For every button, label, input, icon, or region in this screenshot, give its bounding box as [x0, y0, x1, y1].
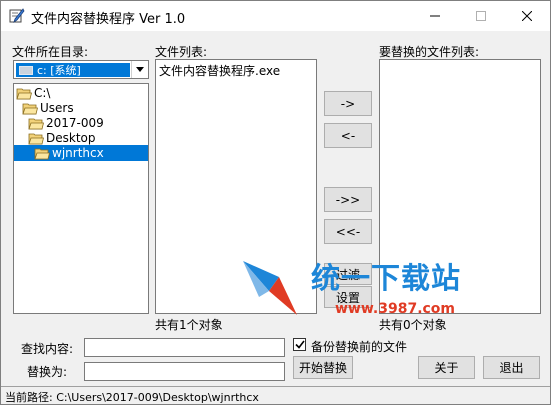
maximize-icon — [476, 11, 486, 21]
status-bar: 当前路径: C:\Users\2017-009\Desktop\wjnrthcx — [1, 386, 550, 404]
title-bar[interactable]: 文件内容替换程序 Ver 1.0 — [1, 1, 550, 31]
current-path-text: 当前路径: C:\Users\2017-009\Desktop\wjnrthcx — [5, 391, 259, 404]
directory-label: 文件所在目录: — [12, 45, 89, 59]
window-title: 文件内容替换程序 Ver 1.0 — [31, 12, 186, 27]
add-selected-button[interactable]: -> — [324, 91, 372, 116]
find-input[interactable] — [84, 338, 285, 357]
open-folder-icon — [28, 118, 44, 129]
start-replace-button[interactable]: 开始替换 — [293, 356, 353, 379]
directory-item[interactable]: C:\ — [16, 85, 50, 101]
remove-selected-button[interactable]: <- — [324, 123, 372, 148]
close-icon — [522, 11, 532, 21]
directory-item-label: 2017-009 — [46, 116, 104, 130]
drive-select-label: c: [系统] — [37, 64, 81, 77]
replace-file-list[interactable] — [379, 59, 541, 314]
replace-input[interactable] — [84, 362, 285, 381]
drive-icon — [19, 65, 33, 75]
filter-button[interactable]: 过滤 — [324, 263, 372, 285]
file-count-label: 共有1个对象 — [155, 318, 223, 332]
replace-count-label: 共有0个对象 — [379, 318, 447, 332]
checkmark-icon — [294, 340, 305, 349]
minimize-icon — [430, 15, 440, 17]
directory-tree[interactable]: C:\ Users 2017-009 Desktop wjnrthcx — [13, 83, 149, 314]
backup-checkbox[interactable] — [293, 338, 306, 351]
backup-checkbox-label[interactable]: 备份替换前的文件 — [311, 338, 407, 355]
open-folder-icon — [34, 148, 50, 159]
minimize-button[interactable] — [412, 1, 458, 31]
settings-button[interactable]: 设置 — [324, 286, 372, 308]
directory-item[interactable]: 2017-009 — [28, 115, 104, 131]
directory-item-label: C:\ — [34, 86, 51, 100]
replace-list-label: 要替换的文件列表: — [379, 45, 480, 59]
add-all-button[interactable]: ->> — [324, 187, 372, 212]
open-folder-icon — [22, 103, 38, 114]
open-folder-icon — [28, 133, 44, 144]
dropdown-arrow-button[interactable] — [131, 61, 148, 78]
drive-select-value: c: [系统] — [16, 63, 130, 77]
close-button[interactable] — [504, 1, 550, 31]
directory-item[interactable]: Users — [22, 100, 74, 116]
find-label: 查找内容: — [21, 342, 74, 356]
directory-item-label: Desktop — [46, 131, 96, 145]
chevron-down-icon — [136, 67, 144, 72]
exit-button[interactable]: 退出 — [483, 356, 540, 379]
drive-select[interactable]: c: [系统] — [13, 60, 149, 79]
directory-item-label: wjnrthcx — [52, 146, 104, 160]
replace-label: 替换为: — [27, 365, 68, 379]
directory-item[interactable]: Desktop — [28, 130, 96, 146]
about-button[interactable]: 关于 — [418, 356, 475, 379]
file-list[interactable]: 文件内容替换程序.exe — [155, 59, 317, 314]
app-pen-icon — [9, 8, 25, 23]
directory-item-selected[interactable]: wjnrthcx — [14, 145, 148, 161]
open-folder-icon — [16, 88, 32, 99]
remove-all-button[interactable]: <<- — [324, 219, 372, 244]
file-list-item[interactable]: 文件内容替换程序.exe — [159, 62, 280, 79]
main-window: 文件内容替换程序 Ver 1.0 文件所在目录: 文件列表: 要替换的文件列表:… — [0, 0, 551, 405]
file-list-label: 文件列表: — [155, 45, 208, 59]
maximize-button — [458, 1, 504, 31]
directory-item-label: Users — [40, 101, 74, 115]
